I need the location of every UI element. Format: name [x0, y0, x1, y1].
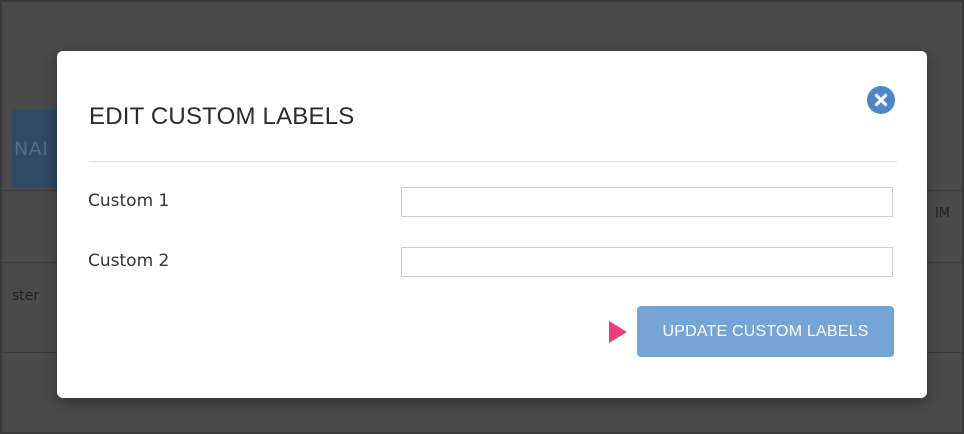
- screen: NAI ster IM EDIT CUSTOM LABELS Custom 1 …: [0, 0, 964, 434]
- custom-2-label: Custom 2: [88, 251, 170, 271]
- close-button[interactable]: [867, 86, 895, 114]
- background-banner-text: NAI: [14, 138, 49, 160]
- dialog-title: EDIT CUSTOM LABELS: [89, 103, 355, 130]
- custom-1-label: Custom 1: [88, 191, 170, 211]
- pointer-arrow-icon: [609, 321, 627, 343]
- close-circle-icon: [874, 93, 888, 107]
- title-divider: [89, 161, 897, 162]
- update-custom-labels-button[interactable]: UPDATE CUSTOM LABELS: [637, 306, 894, 357]
- background-column-text: IM: [934, 206, 950, 221]
- custom-2-input[interactable]: [401, 247, 893, 277]
- edit-custom-labels-dialog: EDIT CUSTOM LABELS Custom 1 Custom 2 UPD…: [57, 51, 927, 398]
- background-row-text: ster: [12, 288, 40, 304]
- custom-1-input[interactable]: [401, 187, 893, 217]
